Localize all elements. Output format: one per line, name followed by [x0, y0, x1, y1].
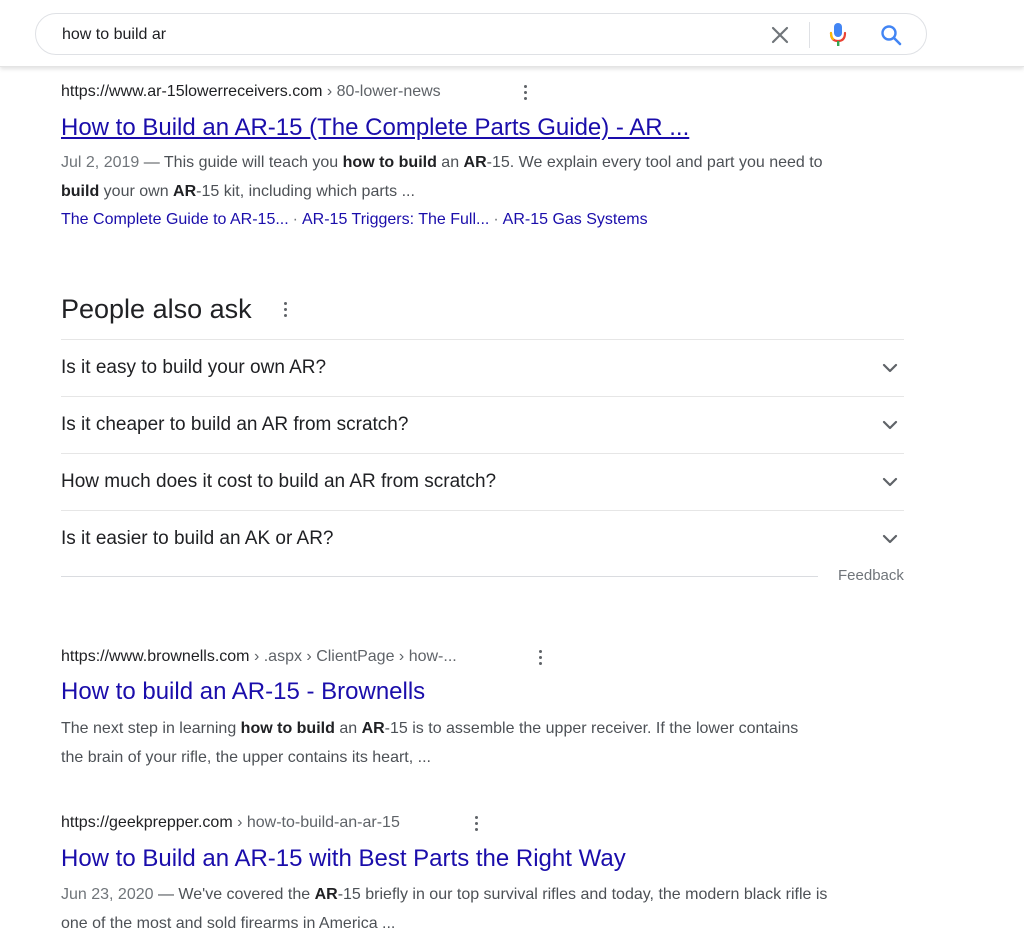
result-url[interactable]: https://www.brownells.com › .aspx › Clie…: [61, 648, 457, 666]
more-vert-icon: [473, 816, 479, 831]
paa-question-text: Is it cheaper to build an AR from scratc…: [61, 414, 409, 435]
result-path: › how-to-build-an-ar-15: [232, 814, 400, 831]
paa-question-text: Is it easier to build an AK or AR?: [61, 528, 334, 549]
microphone-icon: [829, 23, 847, 46]
more-vert-icon: [522, 85, 528, 100]
snippet-bold: how to build: [342, 154, 437, 171]
result-url[interactable]: https://www.ar-15lowerreceivers.com › 80…: [61, 83, 441, 101]
paa-question[interactable]: Is it easy to build your own AR?: [61, 339, 904, 395]
snippet-bold: AR: [173, 183, 197, 200]
snippet-text: an: [436, 154, 464, 171]
result-date-dash: —: [153, 886, 179, 903]
snippet-text: This guide will teach you: [163, 154, 343, 171]
result-url[interactable]: https://geekprepper.com › how-to-build-a…: [61, 814, 400, 832]
paa-question-text: Is it easy to build your own AR?: [61, 357, 327, 378]
result-title-link[interactable]: How to build an AR-15 - Brownells: [61, 678, 425, 706]
search-input[interactable]: [62, 24, 742, 46]
paa-question[interactable]: Is it easier to build an AK or AR?: [61, 510, 904, 566]
search-box[interactable]: [35, 13, 927, 55]
result-title-link[interactable]: How to Build an AR-15 with Best Parts th…: [61, 845, 626, 873]
people-also-ask-title: People also ask: [61, 294, 252, 324]
paa-divider: [61, 576, 818, 577]
snippet-text: an: [334, 720, 362, 737]
voice-search-button[interactable]: [828, 22, 848, 48]
chevron-down-icon: [882, 363, 898, 373]
result-site: https://www.ar-15lowerreceivers.com: [61, 83, 323, 100]
snippet-text: We've covered the: [178, 886, 315, 903]
result-sitelinks: The Complete Guide to AR-15... · AR-15 Tri…: [61, 211, 648, 229]
result-menu-button[interactable]: [473, 816, 479, 834]
result-date-dash: —: [139, 154, 164, 171]
snippet-text: The next step in learning: [61, 720, 241, 737]
snippet-text: -15. We explain every tool and part you …: [486, 154, 823, 171]
chevron-down-icon: [882, 477, 898, 487]
result-snippet: Jun 23, 2020 — We've covered the AR-15 b…: [61, 880, 831, 938]
people-also-ask-menu-button[interactable]: [282, 302, 288, 320]
sitelink[interactable]: AR-15 Gas Systems: [503, 211, 648, 228]
snippet-bold: AR: [314, 886, 338, 903]
more-vert-icon: [537, 650, 543, 665]
snippet-bold: AR: [361, 720, 385, 737]
chevron-down-icon: [882, 420, 898, 430]
snippet-text: your own: [99, 183, 174, 200]
result-menu-button[interactable]: [537, 650, 543, 668]
chevron-down-icon: [882, 534, 898, 544]
result-title-link[interactable]: How to Build an AR-15 (The Complete Part…: [61, 114, 689, 142]
result-path: › 80-lower-news: [322, 83, 441, 100]
result-path: › .aspx › ClientPage › how-...: [249, 648, 457, 665]
search-icon: [881, 25, 902, 46]
result-date: Jun 23, 2020: [61, 886, 154, 903]
snippet-bold: build: [61, 183, 100, 200]
search-box-divider: [809, 22, 810, 48]
clear-search-button[interactable]: [769, 24, 791, 46]
search-header: [0, 0, 1024, 67]
result-snippet: The next step in learning how to build a…: [61, 714, 821, 772]
result-site: https://geekprepper.com: [61, 814, 233, 831]
sitelink[interactable]: The Complete Guide to AR-15...: [61, 211, 289, 228]
result-snippet: Jul 2, 2019 — This guide will teach you …: [61, 148, 861, 206]
result-site: https://www.brownells.com: [61, 648, 250, 665]
feedback-link[interactable]: Feedback: [838, 567, 904, 584]
snippet-text: -15 kit, including which parts ...: [196, 183, 415, 200]
sitelink-separator: ·: [292, 211, 298, 228]
paa-question-text: How much does it cost to build an AR fro…: [61, 471, 497, 492]
result-menu-button[interactable]: [522, 85, 528, 103]
result-date: Jul 2, 2019: [61, 154, 140, 171]
more-vert-icon: [282, 302, 288, 317]
close-icon: [771, 26, 789, 44]
sitelink[interactable]: AR-15 Triggers: The Full...: [302, 211, 489, 228]
paa-question[interactable]: How much does it cost to build an AR fro…: [61, 453, 904, 509]
paa-question[interactable]: Is it cheaper to build an AR from scratc…: [61, 396, 904, 452]
search-button[interactable]: [879, 23, 903, 47]
snippet-bold: how to build: [240, 720, 335, 737]
snippet-bold: AR: [463, 154, 487, 171]
sitelink-separator: ·: [493, 211, 499, 228]
